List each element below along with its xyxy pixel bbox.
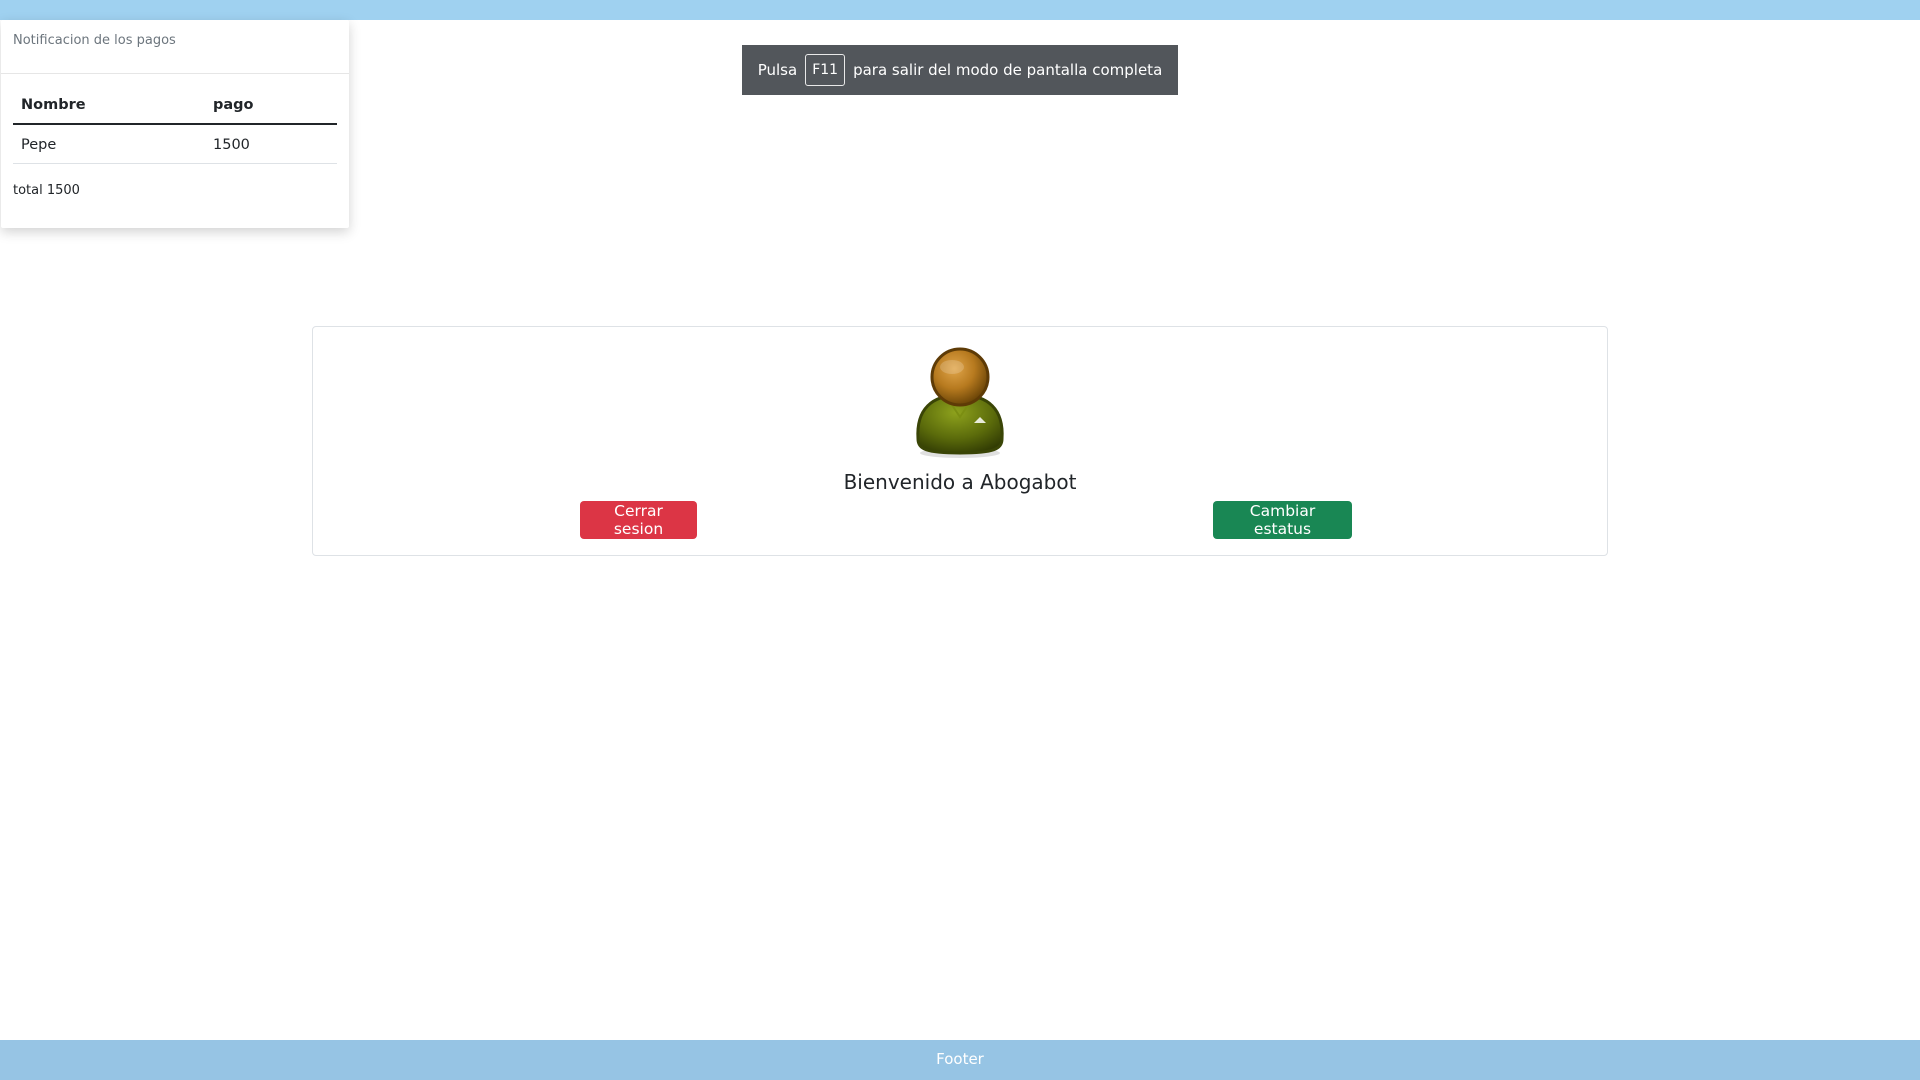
table-header-row: Nombre pago <box>13 94 337 125</box>
top-bar <box>0 0 1920 20</box>
fullscreen-exit-toast: Pulsa F11 para salir del modo de pantall… <box>742 45 1178 95</box>
cell-nombre: Pepe <box>13 124 205 164</box>
footer-text: Footer <box>936 1050 984 1068</box>
payments-table: Nombre pago Pepe 1500 <box>13 94 337 164</box>
toast-prefix: Pulsa <box>757 61 798 79</box>
welcome-title: Bienvenido a Abogabot <box>843 470 1077 494</box>
welcome-card: Bienvenido a Abogabot Cerrar sesion Camb… <box>312 326 1608 556</box>
footer: Footer <box>0 1040 1920 1080</box>
user-avatar-icon <box>910 347 1010 459</box>
table-row: Pepe 1500 <box>13 124 337 164</box>
f11-key-hint: F11 <box>805 54 846 86</box>
payments-total: total 1500 <box>13 182 80 198</box>
column-header-nombre: Nombre <box>13 94 205 125</box>
toast-suffix: para salir del modo de pantalla completa <box>853 61 1163 79</box>
notification-header: Notificacion de los pagos <box>1 20 349 74</box>
logout-button[interactable]: Cerrar sesion <box>580 501 697 539</box>
cell-pago: 1500 <box>205 124 337 164</box>
column-header-pago: pago <box>205 94 337 125</box>
change-status-button[interactable]: Cambiar estatus <box>1213 501 1352 539</box>
payment-notification-panel: Notificacion de los pagos Nombre pago Pe… <box>1 20 349 228</box>
